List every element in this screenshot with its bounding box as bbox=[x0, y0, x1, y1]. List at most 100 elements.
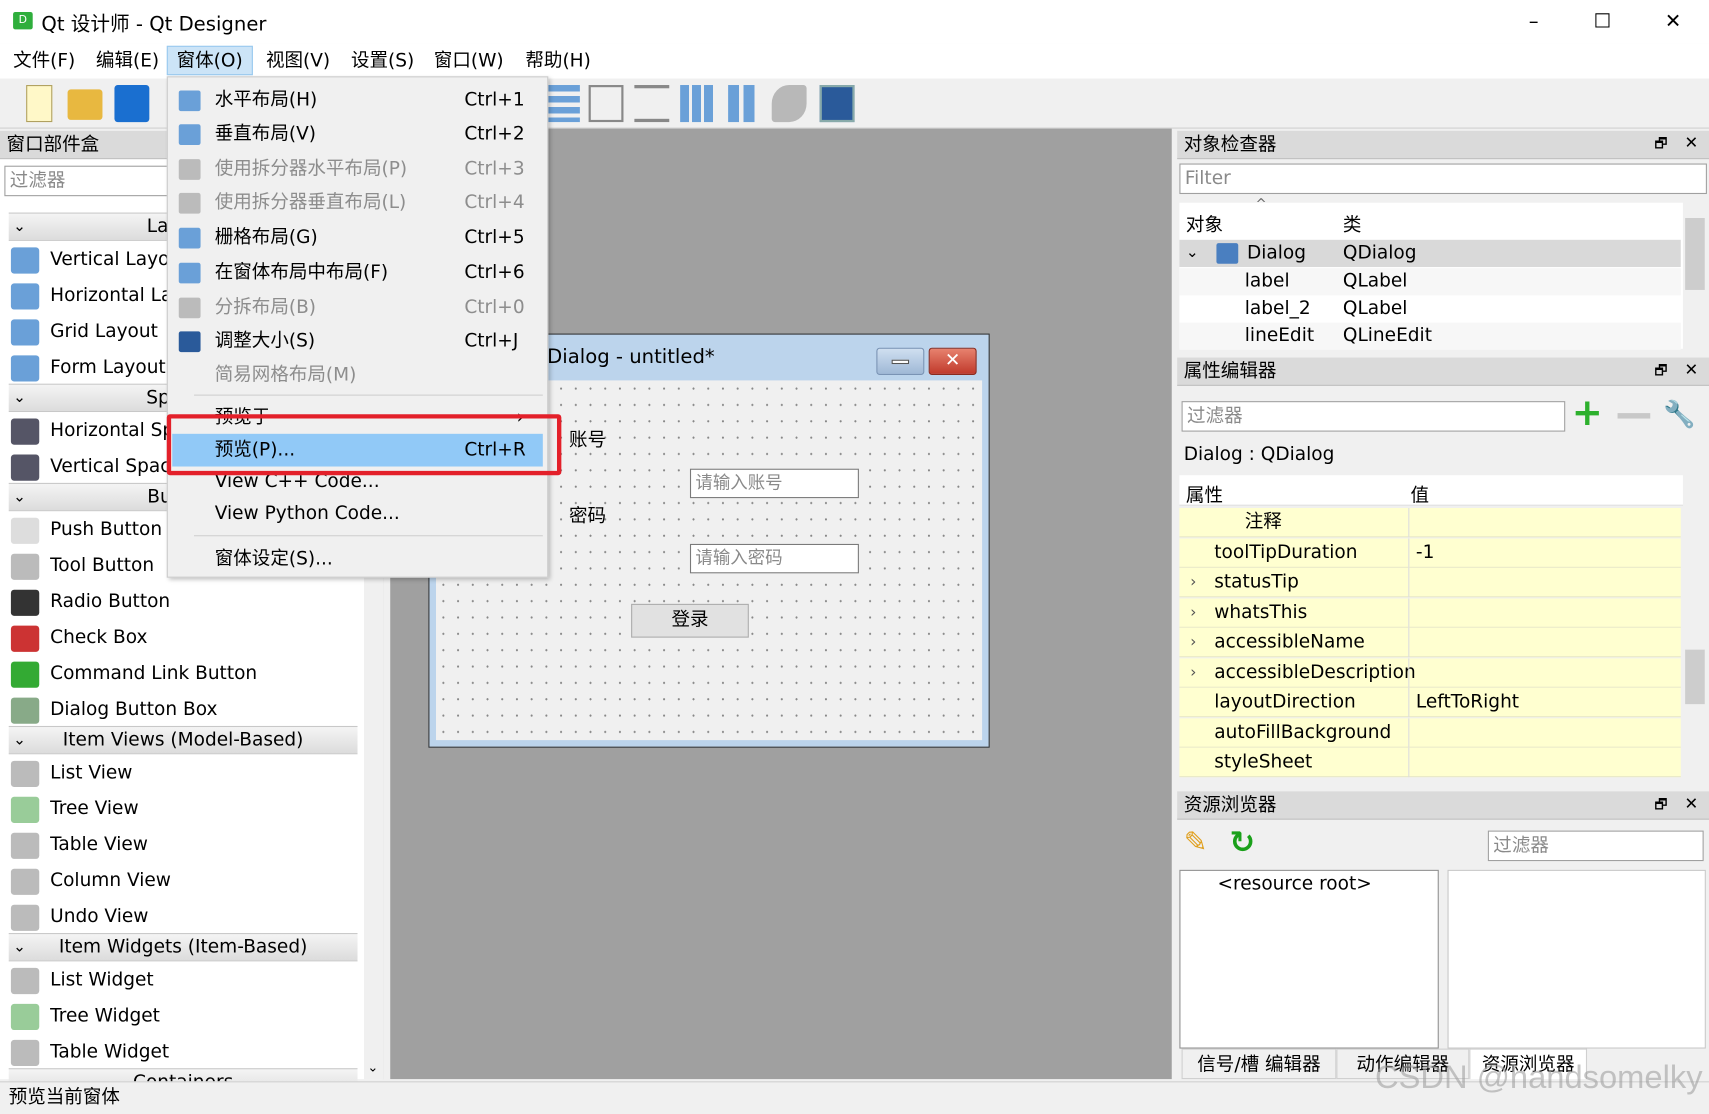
widget-item-list-view[interactable]: List View bbox=[9, 755, 358, 791]
edit-resources-pencil-icon[interactable]: ✎ bbox=[1184, 826, 1208, 859]
menu-view[interactable]: 视图(V) bbox=[257, 47, 339, 76]
widget-item-check-box[interactable]: Check Box bbox=[9, 620, 358, 656]
widget-item-list-widget[interactable]: List Widget bbox=[9, 962, 358, 998]
object-filter-input[interactable]: Filter bbox=[1179, 163, 1707, 195]
column-value-header[interactable]: 值 bbox=[1410, 480, 1429, 507]
property-filter-input[interactable]: 过滤器 bbox=[1181, 401, 1566, 432]
widget-item-undo-view[interactable]: Undo View bbox=[9, 899, 358, 935]
column-property-header[interactable]: 属性 bbox=[1186, 480, 1223, 507]
form-close-button[interactable]: ✕ bbox=[928, 347, 977, 375]
widget-category-item-views-model-based-[interactable]: ⌄ Item Views (Model-Based) bbox=[8, 725, 358, 755]
expand-arrow-icon[interactable]: › bbox=[1190, 598, 1196, 627]
column-class-header[interactable]: 类 bbox=[1343, 209, 1362, 237]
reload-icon[interactable]: ↻ bbox=[1230, 824, 1256, 860]
close-icon[interactable]: ✕ bbox=[1685, 133, 1699, 153]
widget-item-command-link-button[interactable]: Command Link Button bbox=[9, 656, 358, 692]
open-folder-icon[interactable] bbox=[67, 89, 103, 120]
widget-item-tree-widget[interactable]: Tree Widget bbox=[9, 998, 358, 1034]
menu-item-13[interactable]: 窗体设定(S)... bbox=[168, 543, 547, 576]
add-property-icon[interactable]: + bbox=[1572, 395, 1603, 432]
property-row[interactable]: › statusTip bbox=[1179, 567, 1681, 598]
float-icon[interactable]: 🗗 bbox=[1654, 134, 1667, 158]
widget-item-dialog-button-box[interactable]: Dialog Button Box bbox=[9, 692, 358, 728]
object-tree-row[interactable]: label_2 QLabel bbox=[1179, 295, 1681, 323]
widget-category-item-widgets-item-based-[interactable]: ⌄ Item Widgets (Item-Based) bbox=[8, 933, 358, 962]
widget-item-radio-button[interactable]: Radio Button bbox=[9, 584, 358, 620]
splitter-horizontal-icon[interactable] bbox=[588, 85, 624, 123]
resource-list[interactable] bbox=[1447, 869, 1706, 1049]
menu-item-7[interactable]: 调整大小(S) Ctrl+J bbox=[168, 325, 547, 358]
close-icon[interactable]: ✕ bbox=[1685, 794, 1699, 814]
password-label[interactable]: 密码 bbox=[569, 500, 606, 528]
menu-edit[interactable]: 编辑(E) bbox=[87, 47, 168, 76]
property-row[interactable]: › whatsThis bbox=[1179, 597, 1681, 628]
account-input[interactable]: 请输入账号 bbox=[689, 468, 859, 499]
menu-form[interactable]: 窗体(O) bbox=[166, 45, 253, 76]
menu-settings[interactable]: 设置(S) bbox=[342, 47, 423, 76]
menu-file[interactable]: 文件(F) bbox=[4, 47, 84, 76]
menu-item-2[interactable]: 使用拆分器水平布局(P) Ctrl+3 bbox=[168, 153, 547, 186]
property-row[interactable]: autoFillBackground bbox=[1179, 717, 1681, 748]
tab-signal-slot-editor[interactable]: 信号/槽 编辑器 bbox=[1181, 1048, 1337, 1080]
property-row[interactable]: › accessibleName bbox=[1179, 627, 1681, 658]
menu-window[interactable]: 窗口(W) bbox=[425, 47, 512, 76]
menu-item-6[interactable]: 分拆布局(B) Ctrl+0 bbox=[168, 291, 547, 324]
grid-layout-icon[interactable] bbox=[680, 85, 716, 123]
menu-item-5[interactable]: 在窗体布局中布局(F) Ctrl+6 bbox=[168, 256, 547, 289]
property-row[interactable]: styleSheet bbox=[1179, 747, 1681, 778]
password-input[interactable]: 请输入密码 bbox=[689, 543, 859, 574]
float-icon[interactable]: 🗗 bbox=[1654, 795, 1667, 819]
save-icon[interactable] bbox=[114, 85, 150, 123]
property-value[interactable]: LeftToRight bbox=[1408, 687, 1681, 718]
property-scrollbar[interactable] bbox=[1682, 475, 1707, 779]
configure-wrench-icon[interactable]: 🔧 bbox=[1663, 399, 1696, 430]
resource-tree[interactable]: <resource root> bbox=[1179, 869, 1439, 1049]
widget-item-table-view[interactable]: Table View bbox=[9, 827, 358, 863]
menu-help[interactable]: 帮助(H) bbox=[517, 47, 600, 76]
property-row[interactable]: toolTipDuration -1 bbox=[1179, 537, 1681, 568]
object-tree-row[interactable]: lineEdit QLineEdit bbox=[1179, 322, 1681, 350]
splitter-vertical-icon[interactable] bbox=[634, 85, 670, 123]
float-icon[interactable]: 🗗 bbox=[1654, 361, 1667, 385]
form-minimize-button[interactable] bbox=[876, 347, 925, 375]
vertical-layout-icon[interactable] bbox=[545, 85, 580, 123]
form-layout-icon[interactable] bbox=[728, 85, 757, 123]
close-button[interactable]: ✕ bbox=[1646, 4, 1701, 39]
property-value[interactable] bbox=[1408, 627, 1681, 658]
expand-arrow-icon[interactable]: › bbox=[1190, 568, 1196, 597]
expand-arrow-icon[interactable]: › bbox=[1190, 628, 1196, 657]
column-object-header[interactable]: 对象 bbox=[1186, 209, 1223, 237]
expand-arrow-icon[interactable]: › bbox=[1190, 658, 1196, 687]
resource-root-item[interactable]: <resource root> bbox=[1218, 873, 1372, 895]
object-tree-scrollbar[interactable] bbox=[1682, 202, 1707, 349]
maximize-button[interactable]: ☐ bbox=[1575, 4, 1630, 39]
menu-item-12[interactable]: View Python Code... bbox=[168, 497, 547, 530]
widget-item-tree-view[interactable]: Tree View bbox=[9, 791, 358, 827]
remove-property-icon[interactable] bbox=[1617, 413, 1651, 419]
object-tree-row[interactable]: ⌄ Dialog QDialog bbox=[1179, 239, 1681, 268]
property-value[interactable] bbox=[1408, 717, 1681, 748]
property-value[interactable] bbox=[1408, 507, 1681, 538]
break-layout-icon[interactable] bbox=[771, 85, 807, 123]
property-value[interactable] bbox=[1408, 567, 1681, 598]
new-file-icon[interactable] bbox=[26, 85, 53, 123]
resource-filter-input[interactable]: 过滤器 bbox=[1487, 830, 1704, 862]
close-icon[interactable]: ✕ bbox=[1685, 360, 1699, 380]
menu-item-1[interactable]: 垂直布局(V) Ctrl+2 bbox=[168, 118, 547, 151]
login-button[interactable]: 登录 bbox=[631, 603, 749, 638]
property-value[interactable] bbox=[1408, 747, 1681, 778]
menu-item-8[interactable]: 简易网格布局(M) bbox=[168, 359, 547, 392]
minimize-button[interactable]: – bbox=[1506, 4, 1561, 39]
widget-item-column-view[interactable]: Column View bbox=[9, 863, 358, 899]
menu-item-4[interactable]: 栅格布局(G) Ctrl+5 bbox=[168, 221, 547, 254]
menu-item-3[interactable]: 使用拆分器垂直布局(L) Ctrl+4 bbox=[168, 186, 547, 219]
property-row[interactable]: 注释 bbox=[1179, 507, 1681, 538]
account-label[interactable]: 账号 bbox=[569, 424, 606, 451]
expand-chevron-icon[interactable]: ⌄ bbox=[1186, 240, 1199, 267]
property-value[interactable]: -1 bbox=[1408, 537, 1681, 568]
adjust-size-icon[interactable] bbox=[819, 85, 855, 123]
property-row[interactable]: › accessibleDescription bbox=[1179, 657, 1681, 688]
property-row[interactable]: layoutDirection LeftToRight bbox=[1179, 687, 1681, 718]
property-value[interactable] bbox=[1408, 597, 1681, 628]
property-value[interactable] bbox=[1408, 657, 1681, 688]
